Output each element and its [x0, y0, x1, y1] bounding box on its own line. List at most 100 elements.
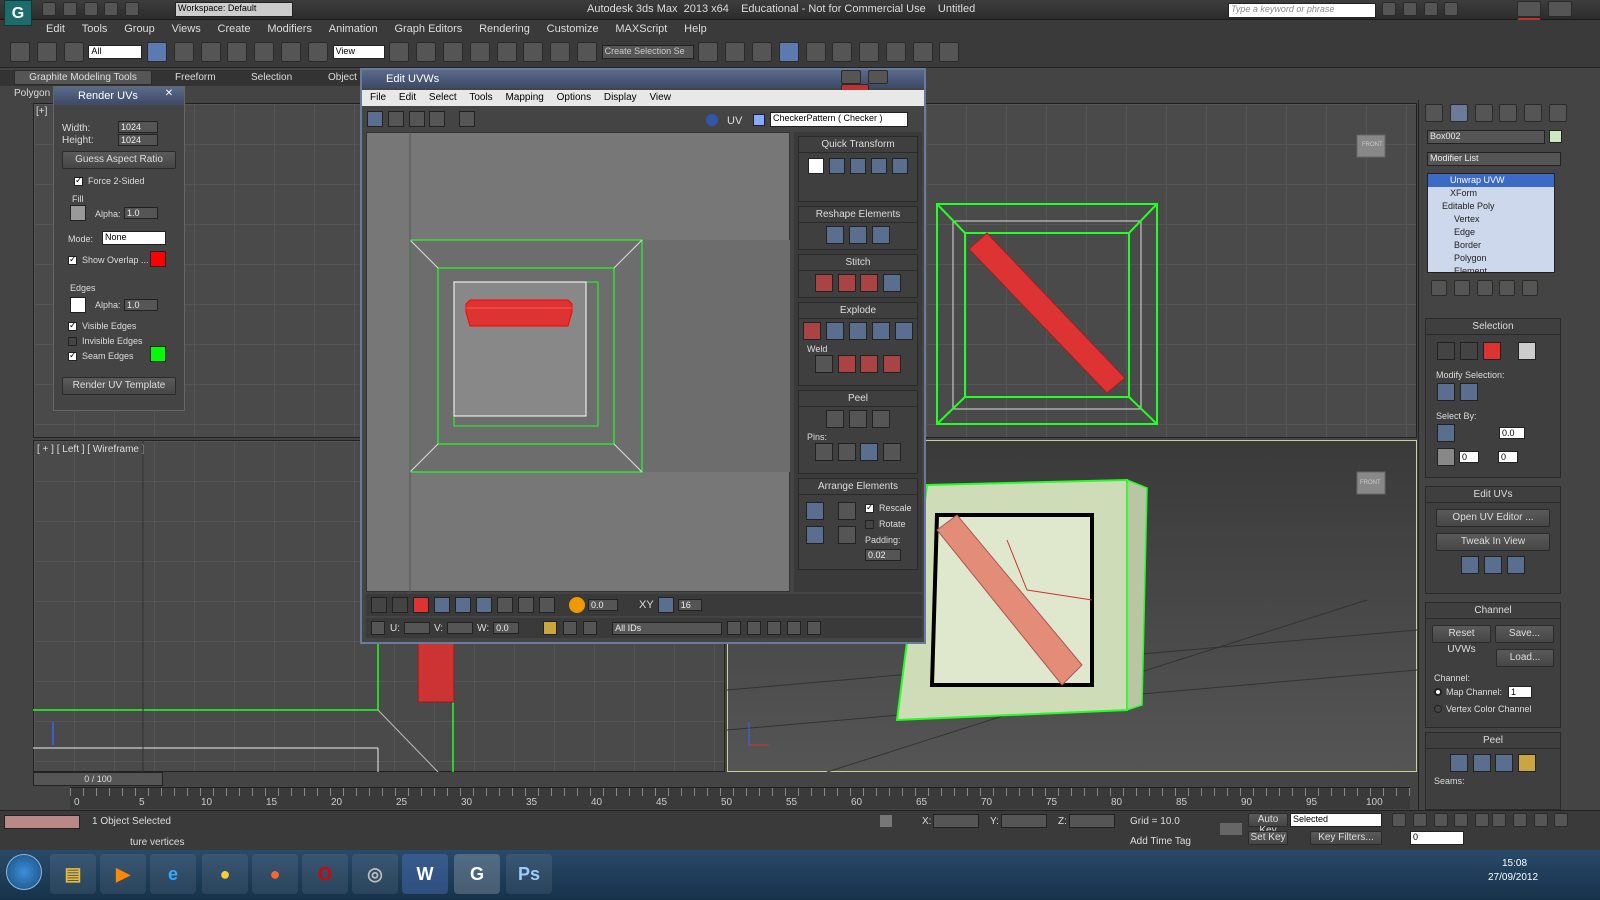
configure-modifier-sets-icon[interactable]: [1522, 280, 1539, 296]
menu-graph-editors[interactable]: Graph Editors: [394, 23, 462, 35]
element-subobject-icon[interactable]: [1518, 342, 1537, 360]
reference-coordinate-dropdown[interactable]: View: [332, 45, 385, 59]
minimize-icon[interactable]: [841, 70, 861, 84]
create-tab-icon[interactable]: [1425, 104, 1443, 122]
hide-icon[interactable]: [563, 621, 578, 635]
bind-space-warp-icon[interactable]: [63, 42, 84, 62]
previous-frame-icon[interactable]: [1412, 813, 1427, 827]
quick-peel-uvw-icon[interactable]: [826, 410, 845, 428]
schematic-view-icon[interactable]: [832, 42, 853, 62]
scale-icon[interactable]: [307, 42, 328, 62]
menu-views[interactable]: Views: [172, 23, 201, 35]
material-ids-dropdown[interactable]: All IDs: [612, 621, 723, 635]
zoom-extents-icon[interactable]: [1533, 813, 1548, 827]
absolute-offset-icon[interactable]: [371, 621, 385, 635]
space-horizontal-icon[interactable]: [891, 158, 908, 174]
guess-aspect-ratio-button[interactable]: Guess Aspect Ratio: [62, 151, 176, 169]
menu-edit[interactable]: Edit: [46, 23, 65, 35]
perspective-viewcube-label[interactable]: FRONT: [1360, 480, 1381, 486]
menu-modifiers[interactable]: Modifiers: [267, 23, 312, 35]
circle-icon[interactable]: [871, 226, 890, 244]
stack-item-polygon[interactable]: Polygon: [1428, 252, 1554, 265]
reset-peel-icon[interactable]: [871, 410, 890, 428]
grid-count-field[interactable]: 16: [677, 599, 702, 611]
percent-snap-icon[interactable]: [523, 42, 544, 62]
menu-help[interactable]: Help: [684, 23, 707, 35]
window-crossing-icon[interactable]: [227, 42, 248, 62]
weld-selected-icon[interactable]: [883, 355, 902, 373]
unpin-icon[interactable]: [837, 443, 856, 461]
3dsmax-taskbar-icon[interactable]: G: [454, 854, 500, 894]
map-channel-field[interactable]: 1: [1508, 686, 1533, 698]
flatten-by-polygon-icon[interactable]: [871, 322, 890, 340]
stack-item-element[interactable]: Element: [1428, 265, 1554, 272]
new-file-icon[interactable]: [42, 2, 56, 16]
spinner-snap-icon[interactable]: [550, 42, 571, 62]
graphite-toggle-icon[interactable]: [778, 42, 799, 62]
pack-normalize-icon[interactable]: [838, 502, 856, 520]
explode-title[interactable]: Explode: [799, 303, 917, 319]
lock-selection-icon[interactable]: [880, 815, 892, 827]
select-by-matid-field[interactable]: 0: [1498, 451, 1518, 463]
snaps-toggle-icon[interactable]: [469, 42, 490, 62]
go-to-end-icon[interactable]: [1475, 813, 1490, 827]
utilities-tab-icon[interactable]: [1548, 104, 1567, 122]
set-key-mode-icon[interactable]: [1220, 823, 1242, 835]
curve-editor-icon[interactable]: [805, 42, 826, 62]
edit-uvs-rollout-title[interactable]: Edit UVs: [1426, 487, 1560, 503]
select-pinned-icon[interactable]: [883, 443, 902, 461]
align-icon[interactable]: [725, 42, 746, 62]
align-y-icon[interactable]: [850, 158, 866, 174]
weld-threshold-icon[interactable]: [814, 355, 833, 373]
maxscript-listener[interactable]: [4, 815, 80, 829]
object-name-field[interactable]: Box002: [1427, 130, 1545, 144]
opera-icon[interactable]: O: [302, 854, 348, 894]
open-uv-editor-button[interactable]: Open UV Editor ...: [1436, 509, 1550, 527]
help-icon[interactable]: [1444, 2, 1459, 16]
texture-dropdown[interactable]: CheckerPattern ( Checker ): [770, 112, 908, 127]
firefox-icon[interactable]: ●: [252, 854, 298, 894]
set-pivot-icon[interactable]: [808, 158, 825, 174]
rectangular-selection-icon[interactable]: [200, 42, 221, 62]
hierarchy-tab-icon[interactable]: [1474, 104, 1493, 122]
tab-selection[interactable]: Selection: [251, 72, 292, 83]
select-by-element-icon[interactable]: [1437, 424, 1455, 442]
remove-modifier-icon[interactable]: [1499, 280, 1516, 296]
uvw-menu-edit[interactable]: Edit: [399, 92, 416, 103]
uvw-menu-select[interactable]: Select: [429, 92, 457, 103]
auto-key-button[interactable]: Auto Key: [1248, 813, 1288, 836]
next-frame-icon[interactable]: [1454, 813, 1469, 827]
vertex-mode-icon[interactable]: [371, 597, 387, 613]
selection-filter-dropdown[interactable]: All: [88, 45, 143, 59]
snap-icon[interactable]: [807, 621, 822, 635]
render-setup-icon[interactable]: [885, 42, 906, 62]
uvw-menu-options[interactable]: Options: [557, 92, 591, 103]
redo-icon[interactable]: [125, 2, 140, 16]
peel-quick-icon[interactable]: [1449, 754, 1468, 772]
uvw-move-icon[interactable]: [367, 111, 383, 127]
shrink-selection-icon[interactable]: [1459, 383, 1478, 401]
play-icon[interactable]: [1433, 813, 1448, 827]
zoom-all-icon[interactable]: [1512, 813, 1527, 827]
select-by-value-field[interactable]: 0: [1459, 451, 1479, 463]
subscription-icon[interactable]: [1402, 2, 1417, 16]
edge-mode-icon[interactable]: [392, 597, 408, 613]
soft-selection-icon[interactable]: [569, 597, 585, 613]
tab-freeform[interactable]: Freeform: [175, 72, 216, 83]
show-end-result-icon[interactable]: [1453, 280, 1470, 296]
select-manipulate-icon[interactable]: [416, 42, 437, 62]
menu-tools[interactable]: Tools: [82, 23, 108, 35]
pack-custom-icon[interactable]: [806, 502, 824, 520]
edge-subobject-icon[interactable]: [1459, 342, 1478, 360]
uvw-freeform-icon[interactable]: [429, 111, 446, 127]
stack-item-vertex[interactable]: Vertex: [1428, 213, 1554, 226]
shrink-icon[interactable]: [476, 597, 492, 613]
modifier-list-dropdown[interactable]: Modifier List: [1427, 152, 1561, 166]
zoom-extents-icon[interactable]: [787, 621, 802, 635]
grow-icon[interactable]: [455, 597, 471, 613]
peel-uvw-title[interactable]: Peel: [799, 391, 917, 407]
start-button[interactable]: [6, 854, 42, 890]
peel-lscm-icon[interactable]: [1472, 754, 1491, 772]
edge-color-swatch[interactable]: [70, 297, 86, 313]
rendered-frame-icon[interactable]: [912, 42, 933, 62]
